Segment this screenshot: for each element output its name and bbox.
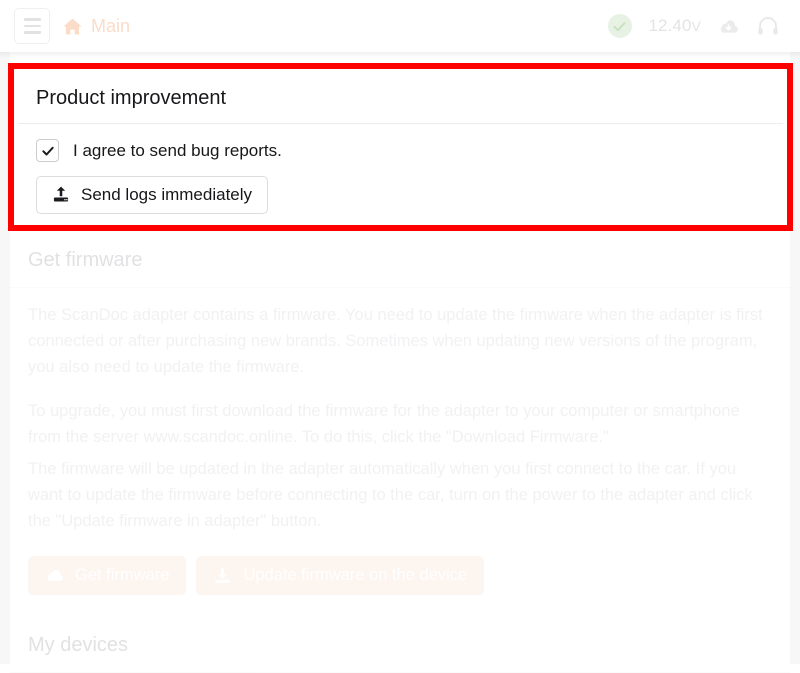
hamburger-menu-icon[interactable] bbox=[14, 8, 50, 44]
headset-icon[interactable] bbox=[756, 14, 780, 38]
menu-bar-3 bbox=[24, 31, 41, 34]
bug-reports-label[interactable]: I agree to send bug reports. bbox=[73, 141, 282, 161]
top-bar-right: 12.40V bbox=[608, 14, 787, 38]
upload-icon bbox=[52, 186, 70, 204]
firmware-button-row: Get firmware Update firmware on the devi… bbox=[28, 552, 772, 611]
menu-bar-2 bbox=[24, 25, 41, 28]
breadcrumb[interactable]: Main bbox=[62, 16, 130, 37]
update-firmware-button[interactable]: Update firmware on the device bbox=[196, 556, 484, 595]
get-firmware-section: Get firmware The ScanDoc adapter contain… bbox=[10, 234, 790, 619]
cloud-icon bbox=[45, 566, 64, 585]
cloud-download-icon[interactable] bbox=[718, 16, 739, 37]
get-firmware-paragraph-3: The firmware will be updated in the adap… bbox=[28, 456, 768, 534]
top-bar: Main 12.40V bbox=[0, 0, 800, 52]
download-icon bbox=[213, 566, 232, 585]
get-firmware-paragraph-2: To upgrade, you must first download the … bbox=[28, 398, 768, 450]
bug-reports-checkbox[interactable] bbox=[36, 139, 59, 162]
voltage-readout: 12.40V bbox=[649, 16, 702, 36]
top-bar-left: Main bbox=[14, 8, 130, 44]
my-devices-section: My devices bbox=[10, 619, 790, 673]
get-firmware-button-label: Get firmware bbox=[75, 566, 169, 585]
highlight-box: Product improvement I agree to send bug … bbox=[8, 63, 793, 231]
product-improvement-body: I agree to send bug reports. Send logs i… bbox=[18, 124, 783, 214]
page-body: Get firmware The ScanDoc adapter contain… bbox=[0, 52, 800, 664]
get-firmware-paragraph-1: The ScanDoc adapter contains a firmware.… bbox=[28, 302, 768, 380]
breadcrumb-label: Main bbox=[91, 16, 130, 37]
home-icon bbox=[62, 16, 83, 37]
get-firmware-button[interactable]: Get firmware bbox=[28, 556, 186, 595]
my-devices-title: My devices bbox=[10, 619, 790, 673]
send-logs-button-label: Send logs immediately bbox=[81, 185, 252, 205]
voltage-value: 12.40 bbox=[649, 16, 692, 35]
product-improvement-card: Product improvement I agree to send bug … bbox=[18, 73, 783, 225]
bug-reports-row: I agree to send bug reports. bbox=[36, 139, 765, 162]
get-firmware-body: The ScanDoc adapter contains a firmware.… bbox=[10, 288, 790, 619]
app-root: Main 12.40V bbox=[0, 0, 800, 664]
get-firmware-title: Get firmware bbox=[10, 234, 790, 288]
send-logs-button[interactable]: Send logs immediately bbox=[36, 176, 268, 214]
product-improvement-title: Product improvement bbox=[18, 73, 783, 124]
update-firmware-button-label: Update firmware on the device bbox=[243, 566, 467, 585]
voltage-unit: V bbox=[692, 18, 701, 34]
top-bar-shadow bbox=[0, 52, 800, 58]
check-circle-icon bbox=[608, 14, 632, 38]
menu-bar-1 bbox=[24, 18, 41, 21]
